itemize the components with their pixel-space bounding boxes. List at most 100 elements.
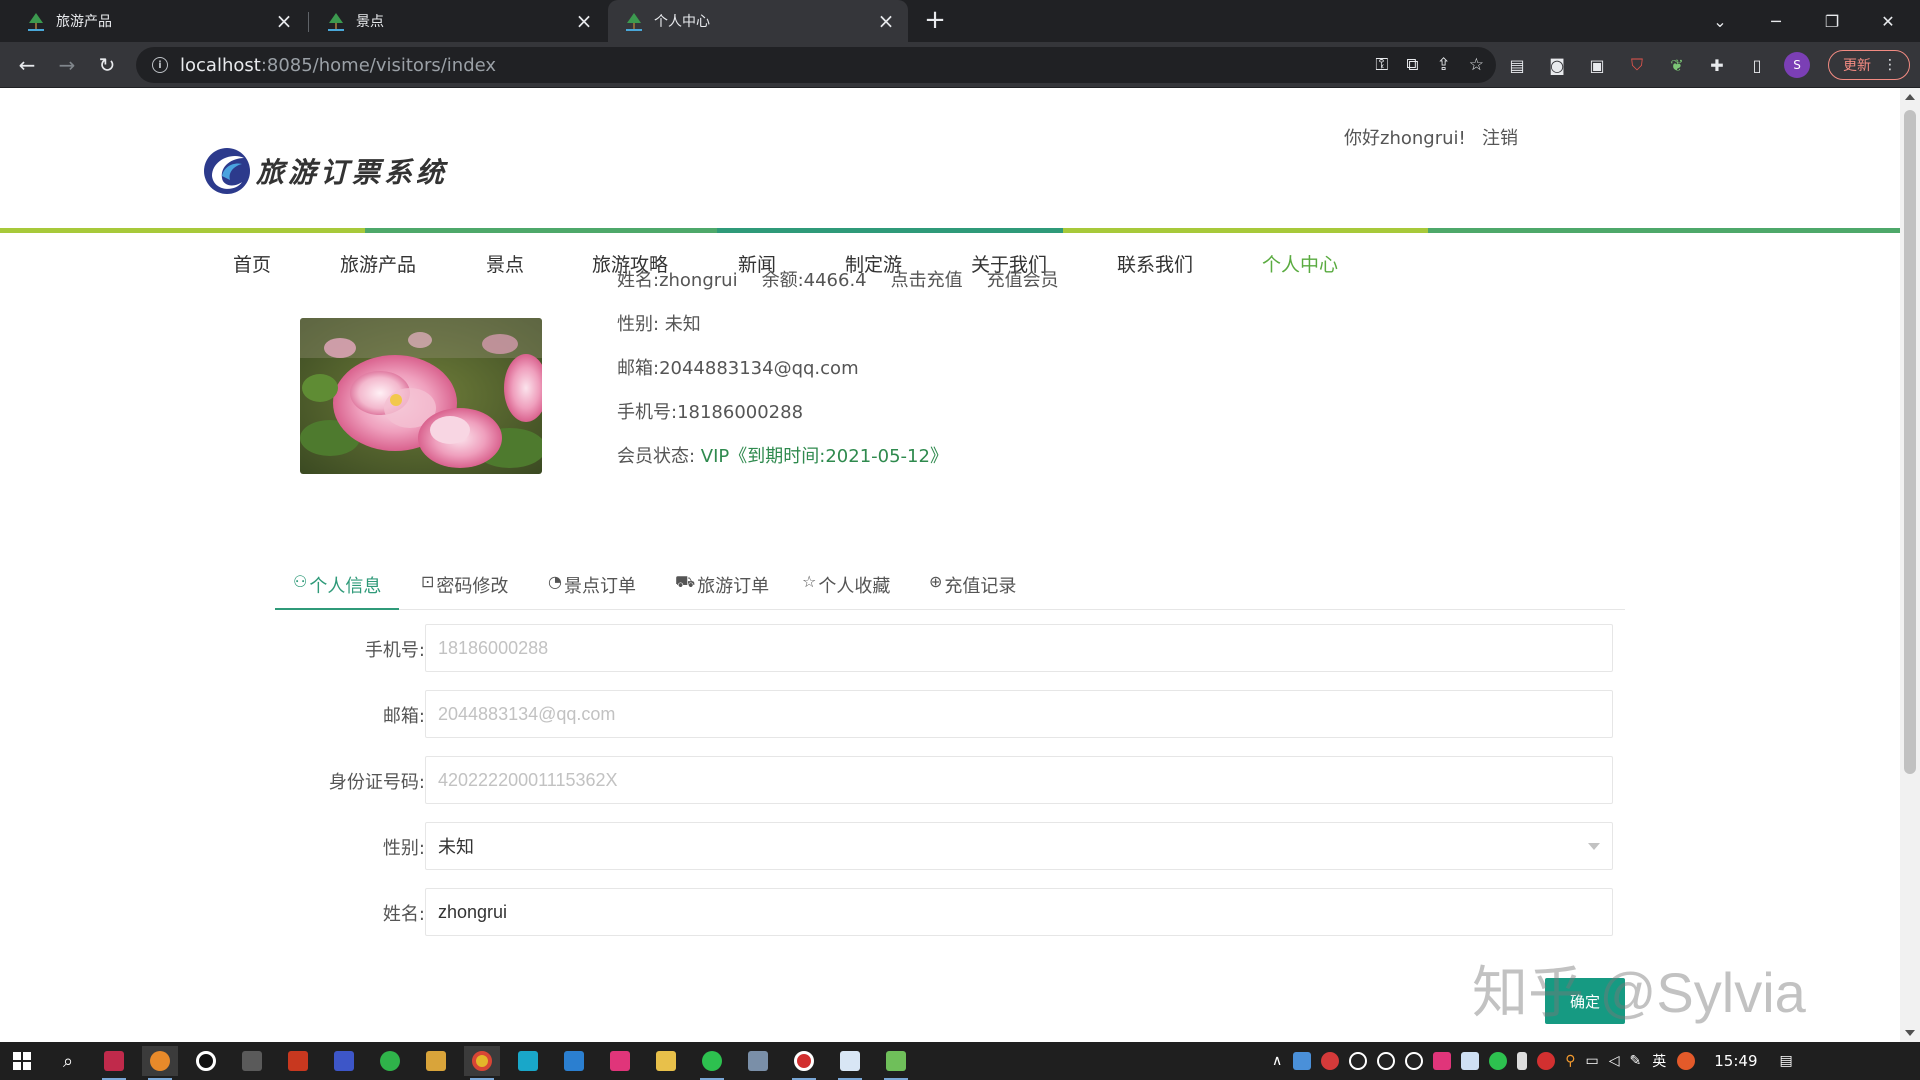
network-icon[interactable]: ▭ [1586,1053,1599,1069]
tab-search-chevron-icon[interactable]: ⌄ [1692,0,1748,42]
tray-record-icon[interactable] [1537,1052,1556,1070]
pen-icon[interactable]: ✎ [1630,1053,1642,1069]
record-app-icon[interactable] [188,1046,224,1076]
reload-icon[interactable]: ↻ [92,50,122,80]
idcard-input[interactable]: 42022220001115362X [425,756,1613,804]
forward-icon[interactable]: → [52,50,82,80]
tab-favorites[interactable]: ☆ 个人收藏 [802,566,890,610]
email-input[interactable]: 2044883134@qq.com [425,690,1613,738]
share-icon[interactable]: ⇪ [1437,55,1451,75]
tray-qq-icon[interactable] [1405,1052,1424,1070]
close-icon[interactable]: × [570,7,598,35]
chart-app-icon[interactable] [740,1046,776,1076]
tray-pink-icon[interactable] [1433,1052,1452,1070]
store-app-icon[interactable] [510,1046,546,1076]
tray-wechat-icon[interactable] [1489,1052,1508,1070]
tray-qq-icon[interactable] [1349,1052,1368,1070]
close-icon[interactable]: × [872,7,900,35]
phone-input[interactable]: 18186000288 [425,624,1613,672]
nav-home[interactable]: 首页 [233,250,271,277]
cart-icon: ⛟ [675,572,696,591]
profile-avatar[interactable]: S [1784,52,1810,78]
restore-icon[interactable]: ❐ [1804,0,1860,42]
leaf-extension-icon[interactable]: ❦ [1664,52,1690,78]
pink-app-icon[interactable] [602,1046,638,1076]
explorer-app-icon[interactable] [418,1046,454,1076]
nav-scenic-spots[interactable]: 景点 [486,250,524,277]
browser-tab-scenic[interactable]: 景点 × [306,0,606,42]
scroll-up-icon[interactable] [1905,94,1915,100]
folder-app-icon[interactable] [648,1046,684,1076]
window-close-icon[interactable]: ✕ [1860,0,1916,42]
scrollbar-thumb[interactable] [1904,110,1916,774]
side-panel-icon[interactable]: ▯ [1744,52,1770,78]
clock-time[interactable]: 15:49 [1714,1052,1757,1070]
image-extension-icon[interactable]: ▣ [1584,52,1610,78]
user-avatar-photo[interactable] [300,318,542,474]
notepad-app-icon[interactable] [878,1046,914,1080]
scroll-down-icon[interactable] [1905,1030,1915,1036]
address-bar[interactable]: i localhost:8085/home/visitors/index ⚿ ⧉… [136,47,1496,83]
tray-mic-icon[interactable] [1517,1052,1528,1070]
tab-recharge-records[interactable]: ⊕ 充值记录 [929,566,1016,610]
page-scrollbar[interactable] [1900,88,1920,1042]
close-icon[interactable]: × [270,7,298,35]
windows-start-icon[interactable] [4,1046,40,1076]
tray-weibo-icon[interactable] [1321,1052,1340,1070]
minimize-icon[interactable]: ─ [1748,0,1804,42]
tray-qq-icon[interactable] [1377,1052,1396,1070]
tab-scenic-orders[interactable]: ◔ 景点订单 [548,566,636,610]
volume-icon[interactable]: ◁ [1609,1053,1620,1069]
firefox-app-icon[interactable] [142,1046,178,1080]
site-logo[interactable]: 旅游订票系统 [202,146,448,196]
nav-contact-us[interactable]: 联系我们 [1117,250,1193,277]
logout-link[interactable]: 注销 [1482,124,1518,150]
tray-gallery-icon[interactable] [1461,1052,1480,1070]
shield-extension-icon[interactable]: ⛉ [1624,52,1650,78]
browser-tab-products[interactable]: 旅游产品 × [0,0,306,42]
paint-app-icon[interactable] [556,1046,592,1076]
url-text[interactable]: localhost:8085/home/visitors/index [180,55,496,76]
search-icon[interactable]: ⌕ [50,1046,86,1076]
logo-swirl-icon [204,148,250,194]
key-icon[interactable]: ⚿ [1375,55,1388,75]
tab-personal-info[interactable]: ⚇ 个人信息 [275,566,400,610]
puzzle-extensions-icon[interactable]: ✚ [1704,52,1730,78]
nav-travel-products[interactable]: 旅游产品 [340,250,416,277]
tray-expand-icon[interactable]: ∧ [1272,1053,1282,1069]
name-input[interactable]: zhongrui [425,888,1613,936]
notifications-icon[interactable]: ▤ [1780,1053,1793,1069]
profile-summary-row: 姓名:zhongrui 余额:4466.4 点击充值 充值会员 [617,266,1059,292]
tab-travel-orders[interactable]: ⛟ 旅游订单 [675,566,769,610]
recorder-app-icon[interactable] [786,1046,822,1080]
monitor-app-icon[interactable] [234,1046,270,1076]
open-external-icon[interactable]: ⧉ [1406,55,1418,75]
office-app-icon[interactable] [280,1046,316,1076]
more-menu-icon[interactable]: ⋮ [1883,57,1897,73]
idcard-label: 身份证号码: [328,772,425,793]
gallery-app-icon[interactable] [832,1046,868,1080]
info-icon[interactable]: i [152,57,168,73]
new-tab-button[interactable]: + [920,5,950,35]
nav-personal-center[interactable]: 个人中心 [1262,250,1338,277]
profile-phone: 手机号:18186000288 [617,402,804,423]
back-icon[interactable]: ← [12,50,42,80]
translate-extension-icon[interactable]: ▤ [1504,52,1530,78]
wechat-app-icon[interactable] [694,1046,730,1080]
intellij-app-icon[interactable] [96,1046,132,1080]
browser-tab-personal-center[interactable]: 个人中心 × [608,0,908,42]
dev-tool-app-icon[interactable] [326,1046,362,1076]
sogou-ime-icon[interactable] [1677,1052,1696,1070]
tray-app-icon[interactable] [1293,1052,1312,1070]
recharge-link[interactable]: 点击充值 [891,270,963,291]
bookmark-star-icon[interactable]: ☆ [1469,55,1484,75]
input-language-indicator[interactable]: 英 [1652,1051,1666,1071]
sync-app-icon[interactable] [372,1046,408,1076]
camera-extension-icon[interactable]: ◙ [1544,52,1570,78]
tray-search-icon[interactable]: ⚲ [1565,1053,1575,1069]
chrome-app-icon[interactable] [464,1046,500,1080]
update-button[interactable]: 更新 ⋮ [1828,50,1910,80]
vip-recharge-link[interactable]: 充值会员 [987,270,1059,291]
gender-select[interactable]: 未知 [425,822,1613,870]
tab-password-change[interactable]: ⊡ 密码修改 [421,566,508,610]
